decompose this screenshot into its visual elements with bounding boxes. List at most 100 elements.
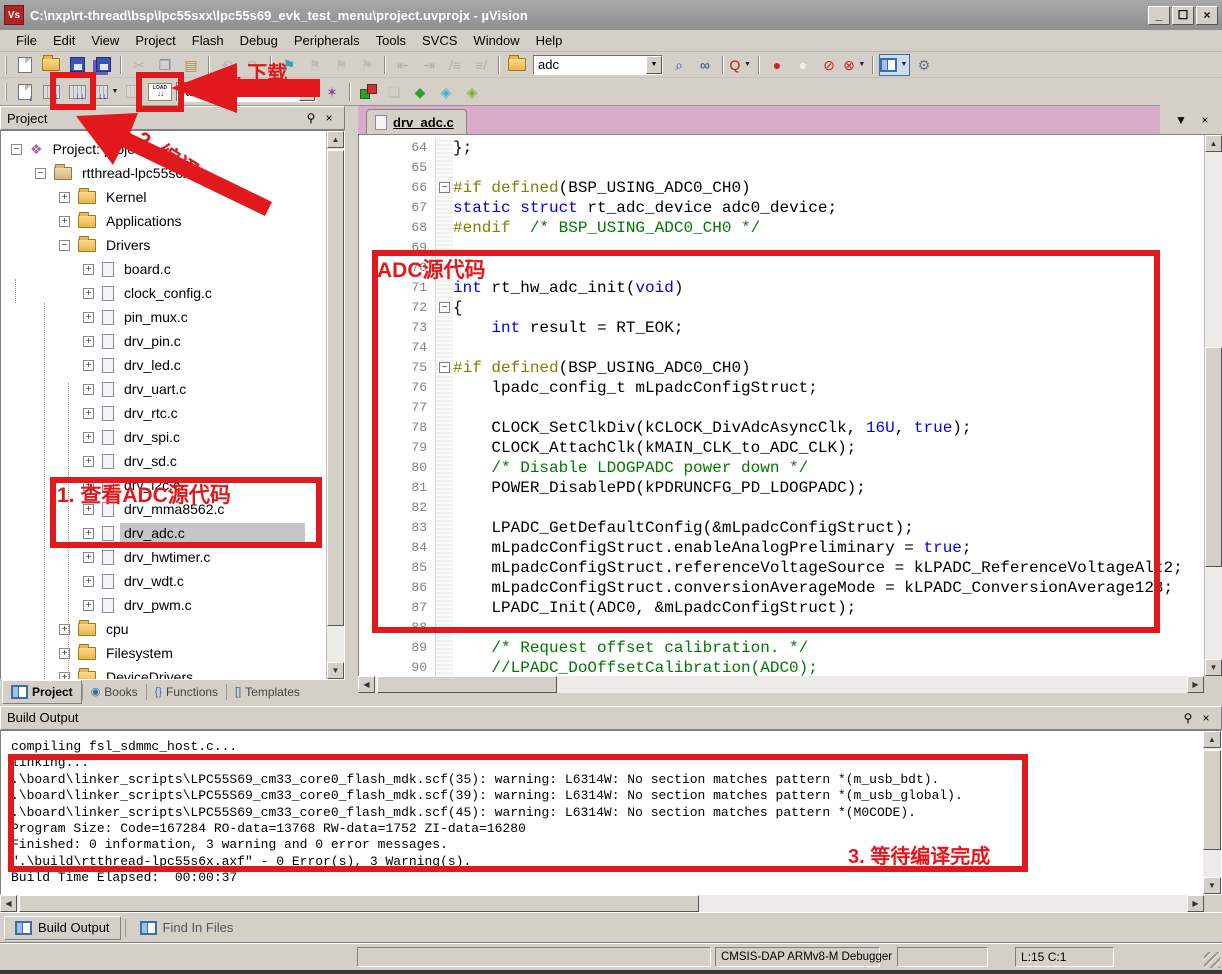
scroll-up-icon[interactable]: ▲ bbox=[327, 131, 344, 148]
open-file-button[interactable] bbox=[39, 54, 63, 76]
editor-hscrollbar[interactable]: ◀ ▶ bbox=[358, 676, 1222, 693]
fold-collapse-icon[interactable]: − bbox=[439, 182, 450, 193]
tree-item-drv-spi-c[interactable]: +drv_spi.c bbox=[3, 425, 324, 449]
close-panel-icon[interactable]: × bbox=[1197, 710, 1215, 726]
project-tree-scrollbar[interactable]: ▲ ▼ bbox=[326, 131, 344, 679]
tree-item-drv-pin-c[interactable]: +drv_pin.c bbox=[3, 329, 324, 353]
tree-item-devicedrivers[interactable]: +DeviceDrivers bbox=[3, 665, 324, 680]
disable-breakpoint-button[interactable]: ● bbox=[791, 54, 815, 76]
target-options-button[interactable]: ✶ bbox=[320, 81, 344, 103]
project-tree[interactable]: +DeviceDrivers+Filesystem+cpu+drv_pwm.c+… bbox=[0, 130, 345, 680]
tree-item-drv-pwm-c[interactable]: +drv_pwm.c bbox=[3, 593, 324, 617]
tree-item-drv-hwtimer-c[interactable]: +drv_hwtimer.c bbox=[3, 545, 324, 569]
editor-tab-drv-adc[interactable]: drv_adc.c bbox=[366, 109, 467, 134]
insert-breakpoint-button[interactable]: ● bbox=[765, 54, 789, 76]
new-file-button[interactable] bbox=[13, 54, 37, 76]
menu-file[interactable]: File bbox=[8, 31, 45, 50]
menu-flash[interactable]: Flash bbox=[184, 31, 232, 50]
minimize-button[interactable]: _ bbox=[1148, 6, 1170, 25]
window-layout-dropdown-icon[interactable]: ▼ bbox=[899, 61, 909, 68]
find-button[interactable]: ∞ bbox=[693, 54, 717, 76]
close-document-icon[interactable]: × bbox=[1196, 112, 1214, 128]
panel-tab-functions[interactable]: {}Functions bbox=[147, 680, 226, 704]
tree-item-drv-rtc-c[interactable]: +drv_rtc.c bbox=[3, 401, 324, 425]
collapse-icon[interactable]: − bbox=[59, 240, 70, 251]
tree-item-cpu[interactable]: +cpu bbox=[3, 617, 324, 641]
tree-item-kernel[interactable]: +Kernel bbox=[3, 185, 324, 209]
tree-item-drv-adc-c[interactable]: +drv_adc.c bbox=[3, 521, 324, 545]
save-button[interactable] bbox=[65, 54, 89, 76]
expand-icon[interactable]: + bbox=[59, 216, 70, 227]
expand-icon[interactable]: + bbox=[83, 480, 94, 491]
bottom-tab-build-output[interactable]: Build Output bbox=[4, 916, 121, 940]
debug-session-dropdown-icon[interactable]: ▼ bbox=[742, 61, 752, 68]
close-panel-icon[interactable]: × bbox=[320, 110, 338, 126]
search-combo-dropdown-icon[interactable]: ▼ bbox=[646, 56, 662, 74]
build-button[interactable]: ↓ bbox=[39, 81, 63, 103]
menu-edit[interactable]: Edit bbox=[45, 31, 83, 50]
batch-build-dropdown-icon[interactable]: ▼ bbox=[110, 88, 120, 95]
toggle-bookmark-button[interactable]: ⚑ bbox=[277, 54, 301, 76]
tree-item-drv-wdt-c[interactable]: +drv_wdt.c bbox=[3, 569, 324, 593]
menu-peripherals[interactable]: Peripherals bbox=[286, 31, 368, 50]
expand-icon[interactable]: + bbox=[83, 384, 94, 395]
close-button[interactable]: × bbox=[1196, 6, 1218, 25]
resize-grip[interactable] bbox=[1204, 952, 1220, 968]
select-software-packs-button[interactable]: ◆ bbox=[408, 81, 432, 103]
panel-tab-templates[interactable]: []Templates bbox=[227, 680, 308, 704]
menu-view[interactable]: View bbox=[83, 31, 127, 50]
menu-svcs[interactable]: SVCS bbox=[414, 31, 465, 50]
tree-item-project-project[interactable]: −❖Project: project bbox=[3, 137, 324, 161]
expand-icon[interactable]: + bbox=[83, 360, 94, 371]
kill-breakpoints-button[interactable]: ⊘ bbox=[817, 54, 841, 76]
build-output-log[interactable]: compiling fsl_sdmmc_host.c...linking....… bbox=[1, 731, 1201, 894]
menu-debug[interactable]: Debug bbox=[232, 31, 286, 50]
scroll-thumb[interactable] bbox=[327, 150, 344, 626]
scroll-thumb[interactable] bbox=[1205, 347, 1222, 567]
tree-item-applications[interactable]: +Applications bbox=[3, 209, 324, 233]
breakpoint-options-dropdown-icon[interactable]: ▼ bbox=[857, 61, 867, 68]
batch-build-button[interactable]: ↓↓▼ bbox=[91, 81, 120, 103]
debug-session-button[interactable]: Q▼ bbox=[729, 54, 753, 76]
tree-item-drv-uart-c[interactable]: +drv_uart.c bbox=[3, 377, 324, 401]
editor-vscrollbar[interactable]: ▲ ▼ bbox=[1204, 135, 1222, 676]
scroll-down-icon[interactable]: ▼ bbox=[327, 662, 344, 679]
expand-icon[interactable]: + bbox=[83, 576, 94, 587]
search-combo[interactable]: adc▼ bbox=[533, 55, 663, 75]
expand-icon[interactable]: + bbox=[83, 552, 94, 563]
scroll-left-icon[interactable]: ◀ bbox=[358, 676, 375, 693]
scroll-thumb[interactable] bbox=[19, 895, 699, 912]
scroll-down-icon[interactable]: ▼ bbox=[1205, 659, 1222, 676]
pin-icon[interactable]: ⚲ bbox=[302, 110, 320, 126]
target-combo-dropdown-icon[interactable]: ▼ bbox=[299, 83, 315, 101]
scroll-left-icon[interactable]: ◀ bbox=[0, 895, 17, 912]
save-all-button[interactable] bbox=[91, 54, 115, 76]
tree-item-clock-config-c[interactable]: +clock_config.c bbox=[3, 281, 324, 305]
download-button[interactable]: LOAD↓↓ bbox=[148, 81, 172, 103]
scroll-thumb[interactable] bbox=[1203, 750, 1221, 850]
expand-icon[interactable]: + bbox=[83, 432, 94, 443]
fold-collapse-icon[interactable]: − bbox=[439, 362, 450, 373]
tree-item-drivers[interactable]: −Drivers bbox=[3, 233, 324, 257]
build-output-hscrollbar[interactable]: ◀ ▶ bbox=[0, 895, 1222, 912]
paste-button[interactable]: ▤ bbox=[179, 54, 203, 76]
target-combo[interactable]: rtthread-lpc55s6x▼ bbox=[176, 82, 316, 102]
expand-icon[interactable]: + bbox=[83, 600, 94, 611]
tree-item-drv-i2c-c[interactable]: +drv_i2c.c bbox=[3, 473, 324, 497]
panel-tab-project[interactable]: Project bbox=[2, 680, 82, 704]
collapse-icon[interactable]: − bbox=[11, 144, 22, 155]
scroll-down-icon[interactable]: ▼ bbox=[1203, 877, 1221, 894]
tree-item-pin-mux-c[interactable]: +pin_mux.c bbox=[3, 305, 324, 329]
scroll-right-icon[interactable]: ▶ bbox=[1187, 676, 1204, 693]
build-output-vscrollbar[interactable]: ▲ ▼ bbox=[1203, 731, 1221, 894]
expand-icon[interactable]: + bbox=[83, 408, 94, 419]
filter-software-packs-button[interactable]: ◈ bbox=[434, 81, 458, 103]
tree-item-drv-mma8562-c[interactable]: +drv_mma8562.c bbox=[3, 497, 324, 521]
breakpoint-options-button[interactable]: ⊗▼ bbox=[843, 54, 867, 76]
tree-item-drv-led-c[interactable]: +drv_led.c bbox=[3, 353, 324, 377]
menu-project[interactable]: Project bbox=[127, 31, 183, 50]
tree-item-rtthread-lpc55s6x[interactable]: −rtthread-lpc55s6x bbox=[3, 161, 324, 185]
configuration-button[interactable]: ⚙ bbox=[912, 54, 936, 76]
menu-help[interactable]: Help bbox=[528, 31, 571, 50]
find-in-files-button[interactable]: ⌕ bbox=[667, 54, 691, 76]
